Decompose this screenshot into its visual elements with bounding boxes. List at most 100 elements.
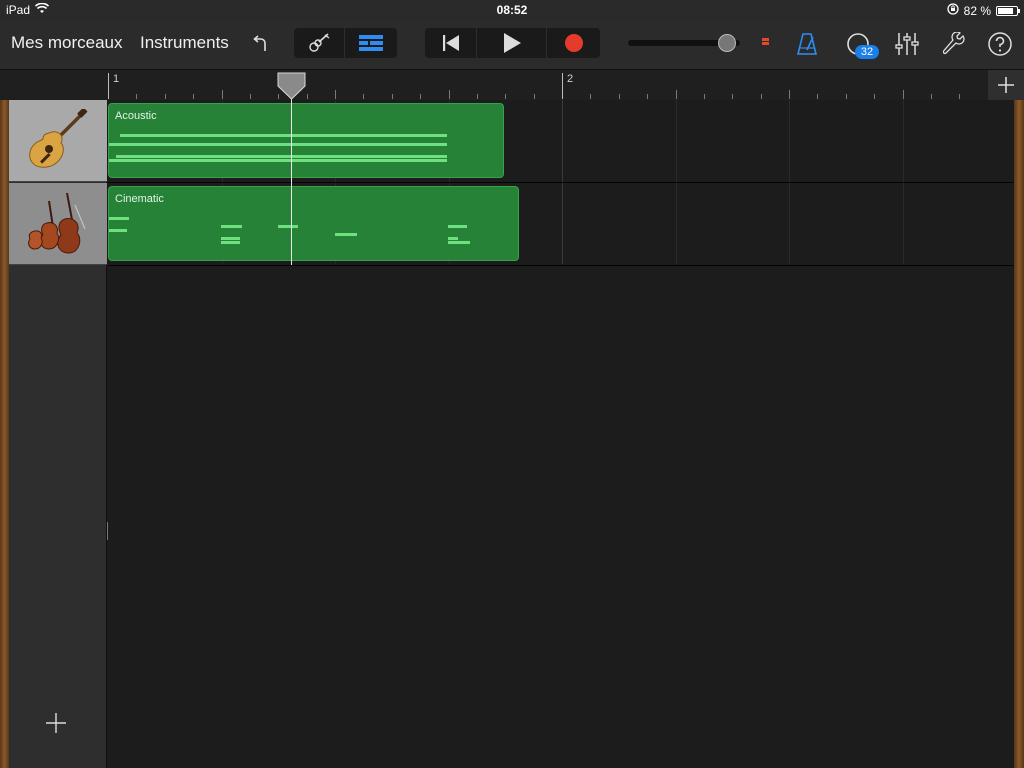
ruler-tick xyxy=(931,94,932,99)
undo-icon xyxy=(253,35,266,51)
wrench-icon xyxy=(943,32,965,55)
ruler-tick xyxy=(534,94,535,99)
note xyxy=(448,225,467,228)
ruler-tick xyxy=(307,94,308,99)
master-volume-slider[interactable] xyxy=(628,34,740,52)
note xyxy=(448,237,458,240)
ruler-tick xyxy=(562,73,563,99)
metronome-icon xyxy=(796,33,818,55)
playhead-marker-icon xyxy=(277,72,306,100)
track-header-column xyxy=(9,100,115,768)
region-name: Cinematic xyxy=(115,193,164,205)
plus-icon xyxy=(998,77,1014,93)
add-track-button[interactable] xyxy=(45,712,67,734)
ruler-tick xyxy=(647,94,648,99)
toolbar: Mes morceaux Instruments 32 xyxy=(0,20,1024,70)
ruler-tick xyxy=(250,94,251,99)
note xyxy=(221,225,242,228)
ruler-tick xyxy=(959,94,960,99)
track-header-cinematic[interactable] xyxy=(9,183,107,265)
note xyxy=(109,159,447,162)
record-button[interactable] xyxy=(547,28,600,58)
bar-2-label: 2 xyxy=(567,73,574,85)
help-button[interactable] xyxy=(986,30,1014,58)
ruler-tick xyxy=(817,94,818,99)
playhead-handle[interactable] xyxy=(277,72,306,100)
ruler-tick xyxy=(136,94,137,99)
note xyxy=(448,241,470,244)
playhead-line xyxy=(291,96,292,265)
note xyxy=(221,241,240,244)
timeline-ruler[interactable]: 1 2 xyxy=(108,70,989,100)
add-section-button[interactable] xyxy=(988,70,1024,100)
ruler-tick xyxy=(335,90,336,99)
left-wood-edge xyxy=(0,100,9,768)
note xyxy=(109,229,127,232)
battery-icon xyxy=(996,5,1020,16)
ruler-tick xyxy=(903,90,904,99)
volume-knob[interactable] xyxy=(718,34,736,52)
settings-button[interactable] xyxy=(941,30,969,58)
ruler-tick xyxy=(846,94,847,99)
ruler-tick xyxy=(676,90,677,99)
string-ensemble-icon xyxy=(28,192,86,254)
help-icon xyxy=(988,32,1012,56)
tracks-area[interactable]: Acoustic Cinematic xyxy=(108,100,1014,768)
ruler-tick xyxy=(789,90,790,99)
instrument-view-button[interactable] xyxy=(294,28,345,58)
ruler-tick xyxy=(590,94,591,99)
battery-percentage: 82 % xyxy=(963,3,991,18)
ruler-tick xyxy=(420,94,421,99)
note xyxy=(109,217,129,220)
bar-1-label: 1 xyxy=(113,73,120,85)
note xyxy=(335,233,357,236)
my-songs-button[interactable]: Mes morceaux xyxy=(11,33,122,53)
play-button[interactable] xyxy=(477,28,547,58)
play-icon xyxy=(503,33,521,53)
undo-button[interactable] xyxy=(248,31,274,57)
ruler-tick xyxy=(222,90,223,99)
guitar-view-icon xyxy=(309,33,330,52)
mixer-button[interactable] xyxy=(893,30,921,58)
ruler-tick xyxy=(874,94,875,99)
instruments-button[interactable]: Instruments xyxy=(140,33,229,53)
note xyxy=(120,134,447,137)
status-bar: iPad 08:52 82 % xyxy=(0,0,1024,20)
transport-controls xyxy=(425,28,600,58)
region-cinematic[interactable]: Cinematic xyxy=(108,186,519,261)
record-icon xyxy=(564,34,583,52)
view-switcher xyxy=(294,28,397,58)
go-to-start-button[interactable] xyxy=(425,28,477,58)
tracks-view-icon xyxy=(359,35,383,51)
ruler-tick xyxy=(363,94,364,99)
battery-fill xyxy=(998,7,1013,14)
rotation-lock-icon xyxy=(946,3,959,18)
note xyxy=(116,155,447,158)
mixer-icon xyxy=(895,33,919,55)
right-wood-edge xyxy=(1014,100,1024,768)
acoustic-guitar-icon xyxy=(29,108,88,168)
level-meter xyxy=(762,38,769,47)
ruler-tick xyxy=(449,90,450,99)
ruler-tick xyxy=(732,94,733,99)
note xyxy=(109,143,447,146)
loops-count-badge: 32 xyxy=(855,45,879,59)
tracks-view-button[interactable] xyxy=(345,28,397,58)
note xyxy=(278,225,298,228)
clock: 08:52 xyxy=(496,3,528,17)
ruler-tick xyxy=(619,94,620,99)
ruler-tick xyxy=(108,73,109,99)
region-acoustic[interactable]: Acoustic xyxy=(108,103,504,178)
note xyxy=(221,237,240,240)
metronome-button[interactable] xyxy=(794,30,820,58)
ruler-tick xyxy=(193,94,194,99)
ruler-tick xyxy=(505,94,506,99)
skip-back-icon xyxy=(442,35,459,51)
ruler-tick xyxy=(704,94,705,99)
ruler-tick xyxy=(761,94,762,99)
track-header-acoustic[interactable] xyxy=(9,100,107,182)
ruler-tick xyxy=(165,94,166,99)
plus-icon xyxy=(46,713,66,733)
ruler-tick xyxy=(477,94,478,99)
ruler-tick xyxy=(392,94,393,99)
